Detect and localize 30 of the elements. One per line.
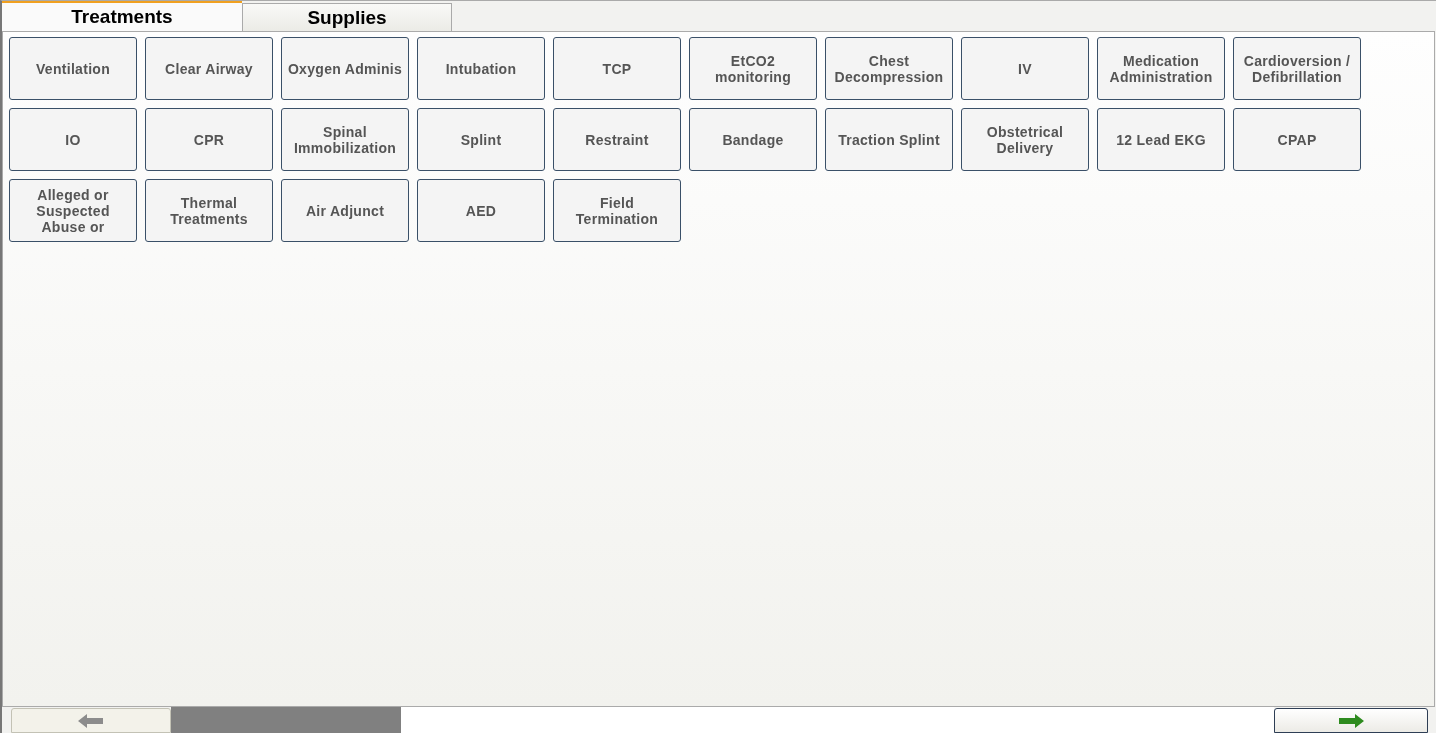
left-arrow-icon (78, 713, 104, 728)
treatment-button[interactable]: Ventilation (9, 37, 137, 100)
treatment-button[interactable]: Chest Decompression (825, 37, 953, 100)
treatment-button[interactable]: IV (961, 37, 1089, 100)
treatment-button[interactable]: CPR (145, 108, 273, 171)
treatment-button[interactable]: Alleged or Suspected Abuse or (9, 179, 137, 242)
treatment-button[interactable]: AED (417, 179, 545, 242)
right-arrow-icon (1338, 713, 1364, 728)
treatment-button[interactable]: Thermal Treatments (145, 179, 273, 242)
treatment-button[interactable]: Restraint (553, 108, 681, 171)
treatment-button[interactable]: Field Termination (553, 179, 681, 242)
treatment-button[interactable]: Clear Airway (145, 37, 273, 100)
treatment-button[interactable]: Oxygen Adminis (281, 37, 409, 100)
treatment-button[interactable]: Splint (417, 108, 545, 171)
treatment-button[interactable]: 12 Lead EKG (1097, 108, 1225, 171)
treatment-button[interactable]: Traction Splint (825, 108, 953, 171)
treatment-button[interactable]: Intubation (417, 37, 545, 100)
treatment-button[interactable]: Air Adjunct (281, 179, 409, 242)
treatment-button[interactable]: Bandage (689, 108, 817, 171)
treatment-button[interactable]: IO (9, 108, 137, 171)
treatment-button[interactable]: Obstetrical Delivery (961, 108, 1089, 171)
treatment-button[interactable]: Cardioversion / Defibrillation (1233, 37, 1361, 100)
treatment-button[interactable]: Medication Administration (1097, 37, 1225, 100)
treatment-button[interactable]: Spinal Immobilization (281, 108, 409, 171)
next-button[interactable] (1274, 708, 1428, 733)
treatment-button[interactable]: CPAP (1233, 108, 1361, 171)
treatment-button[interactable]: EtCO2 monitoring (689, 37, 817, 100)
tab[interactable]: Supplies (242, 3, 452, 31)
treatment-button[interactable]: TCP (553, 37, 681, 100)
tab[interactable]: Treatments (2, 1, 242, 31)
